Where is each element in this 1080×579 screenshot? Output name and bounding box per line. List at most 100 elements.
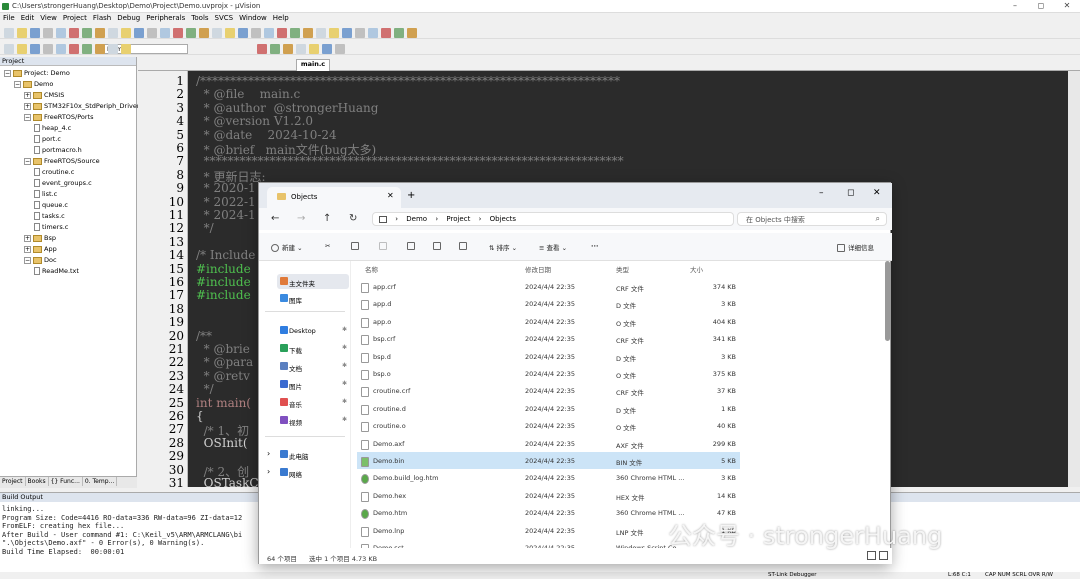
expand-toggle-icon[interactable]: − [24,113,31,121]
ex-minimize-button[interactable]: – [819,188,824,198]
rename-icon[interactable] [407,242,418,250]
toolbar-tool-icon[interactable] [355,28,365,38]
toolbar-tool-icon[interactable] [342,28,352,38]
toolbar-tool-icon[interactable] [134,28,144,38]
toolbar-tool-icon[interactable] [160,28,170,38]
toolbar-tool-icon[interactable] [56,28,66,38]
expand-toggle-icon[interactable]: − [24,157,31,165]
file-row[interactable]: Demo.axf 2024/4/4 22:35 AXF 文件 299 KB [357,435,740,452]
editor-scrollbar[interactable] [1068,71,1080,487]
breadcrumb-demo[interactable]: Demo [406,215,427,223]
project-tab[interactable]: 0. Temp... [83,477,118,486]
nav-item[interactable]: 主文件夹 [277,274,349,289]
breadcrumb-objects[interactable]: Objects [490,215,516,223]
tree-item-file[interactable]: ReadMe.txt [34,267,79,278]
ex-maximize-button[interactable]: ◻ [847,188,854,198]
refresh-icon[interactable]: ↻ [349,213,357,224]
expand-toggle-icon[interactable]: + [24,245,31,253]
toolbar-tool-icon[interactable] [121,28,131,38]
nav-item[interactable]: 图库 [277,291,349,306]
menu-svcs[interactable]: SVCS [212,13,237,23]
toolbar-tool-icon[interactable] [270,44,280,54]
sort-button[interactable]: ⇅ 排序 ⌄ [489,242,517,252]
nav-item[interactable]: 文档 ✱ [277,359,349,374]
toolbar-tool-icon[interactable] [4,44,14,54]
tree-item-file[interactable]: event_groups.c [34,179,92,190]
chevron-right-icon[interactable]: › [267,449,270,458]
toolbar-tool-icon[interactable] [212,28,222,38]
tree-item-file[interactable]: list.c [34,190,57,201]
project-tab[interactable]: {} Func... [49,477,83,486]
paste-icon[interactable] [379,242,390,250]
menu-edit[interactable]: Edit [18,13,38,23]
toolbar-tool-icon[interactable] [69,44,79,54]
nav-item[interactable]: 此电脑 › [267,447,349,462]
file-row[interactable]: app.o 2024/4/4 22:35 O 文件 404 KB [357,313,740,330]
details-button[interactable]: 详细信息 [837,242,874,252]
toolbar-tool-icon[interactable] [95,28,105,38]
toolbar-tool-icon[interactable] [186,28,196,38]
tree-item-file[interactable]: tasks.c [34,212,65,223]
view-button[interactable]: ≡ 查看 ⌄ [539,242,567,252]
toolbar-tool-icon[interactable] [251,28,261,38]
menu-window[interactable]: Window [236,13,270,23]
file-row[interactable]: app.crf 2024/4/4 22:35 CRF 文件 374 KB [357,278,740,295]
toolbar-tool-icon[interactable] [121,44,131,54]
menu-debug[interactable]: Debug [114,13,143,23]
toolbar-tool-icon[interactable] [30,44,40,54]
pin-icon[interactable]: ✱ [342,380,347,387]
toolbar-tool-icon[interactable] [238,28,248,38]
new-button[interactable]: 新建 ⌄ [271,242,303,252]
column-header[interactable]: 名称 [365,264,378,274]
expand-toggle-icon[interactable]: − [4,69,11,77]
toolbar-tool-icon[interactable] [283,44,293,54]
more-icon[interactable]: ··· [591,242,598,250]
explorer-tab-objects[interactable]: Objects ✕ [267,187,401,208]
toolbar-tool-icon[interactable] [368,28,378,38]
toolbar-tool-icon[interactable] [290,28,300,38]
close-button[interactable]: ✕ [1056,1,1078,12]
address-bar[interactable]: › Demo › Project › Objects [372,212,734,226]
tree-item-file[interactable]: queue.c [34,201,68,212]
toolbar-tool-icon[interactable] [225,28,235,38]
pin-icon[interactable]: ✱ [342,344,347,351]
toolbar-tool-icon[interactable] [381,28,391,38]
expand-toggle-icon[interactable]: − [24,256,31,264]
menu-peripherals[interactable]: Peripherals [143,13,188,23]
menu-tools[interactable]: Tools [188,13,211,23]
file-row[interactable]: app.d 2024/4/4 22:35 D 文件 3 KB [357,295,740,312]
tree-item-folder[interactable]: + App [24,245,57,256]
pin-icon[interactable]: ✱ [342,416,347,423]
tree-item-file[interactable]: portmacro.h [34,146,82,157]
column-header[interactable]: 大小 [690,264,703,274]
expand-toggle-icon[interactable]: + [24,102,31,110]
project-tab[interactable]: Project [0,477,26,486]
expand-toggle-icon[interactable]: − [14,80,21,88]
file-row[interactable]: croutine.crf 2024/4/4 22:35 CRF 文件 37 KB [357,382,740,399]
menu-flash[interactable]: Flash [90,13,114,23]
list-view-icon[interactable] [867,551,876,560]
search-input[interactable]: 在 Objects 中搜索 ⌕ [737,212,887,226]
toolbar-tool-icon[interactable] [147,28,157,38]
chevron-right-icon[interactable]: › [267,467,270,476]
nav-item[interactable]: 网络 › [267,465,349,480]
expand-toggle-icon[interactable]: + [24,91,31,99]
toolbar-tool-icon[interactable] [199,28,209,38]
toolbar-tool-icon[interactable] [296,44,306,54]
up-arrow-icon[interactable]: ↑ [323,213,331,224]
toolbar-tool-icon[interactable] [257,44,267,54]
toolbar-tool-icon[interactable] [173,28,183,38]
toolbar-tool-icon[interactable] [17,44,27,54]
ex-close-button[interactable]: ✕ [873,188,881,198]
toolbar-tool-icon[interactable] [17,28,27,38]
nav-item[interactable]: Desktop ✱ [277,323,349,338]
copy-icon[interactable] [351,242,362,250]
close-tab-icon[interactable]: ✕ [387,191,394,200]
menu-project[interactable]: Project [60,13,90,23]
file-row[interactable]: bsp.crf 2024/4/4 22:35 CRF 文件 341 KB [357,330,740,347]
nav-item[interactable]: 下载 ✱ [277,341,349,356]
toolbar-tool-icon[interactable] [82,28,92,38]
column-header[interactable]: 修改日期 [525,264,551,274]
toolbar-tool-icon[interactable] [407,28,417,38]
toolbar-tool-icon[interactable] [329,28,339,38]
